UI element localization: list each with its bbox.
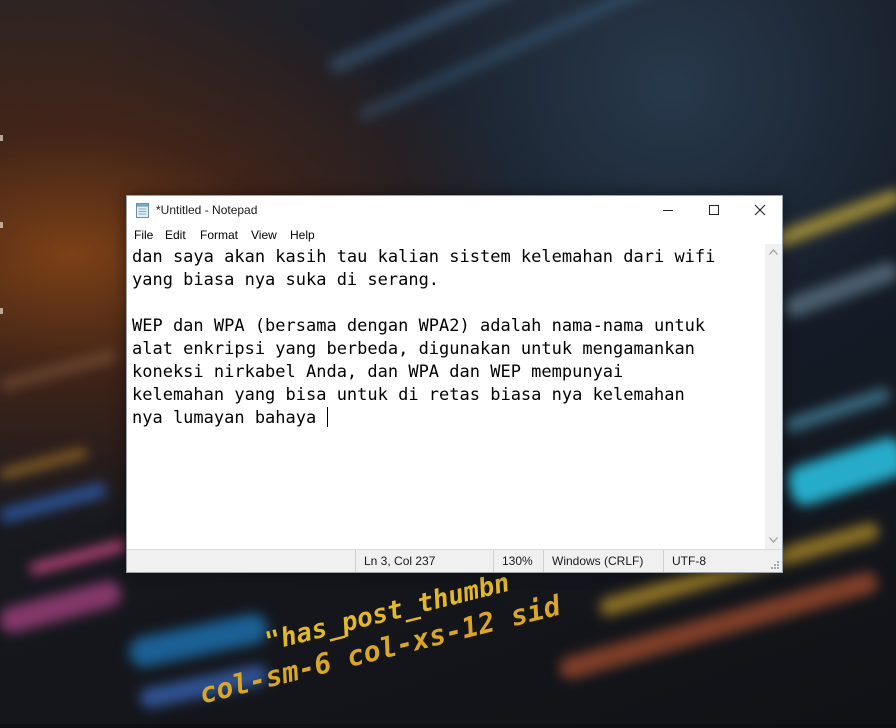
vertical-scrollbar[interactable] (765, 244, 782, 549)
editor-line: yang biasa nya suka di serang. (132, 270, 440, 290)
status-cursor-position: Ln 3, Col 237 (355, 550, 493, 572)
wallpaper-streak (126, 611, 271, 670)
maximize-icon (709, 205, 719, 215)
wallpaper-edge-mark (0, 222, 3, 228)
editor-line: nya lumayan bahaya (132, 408, 327, 428)
chevron-up-icon (769, 249, 778, 255)
wallpaper-streak (0, 446, 89, 480)
scroll-down-button[interactable] (765, 532, 782, 549)
editor-line: koneksi nirkabel Anda, dan WPA dan WEP m… (132, 362, 624, 382)
minimize-button[interactable] (645, 196, 691, 224)
wallpaper-streak (357, 0, 674, 122)
status-line-ending: Windows (CRLF) (543, 550, 663, 572)
text-caret (327, 407, 329, 427)
wallpaper-edge-mark (0, 308, 3, 314)
wallpaper-streak (0, 481, 109, 524)
resize-grip-icon[interactable] (770, 560, 780, 570)
wallpaper-streak (782, 386, 892, 434)
wallpaper-streak (326, 0, 681, 76)
editor-line: alat enkripsi yang berbeda, digunakan un… (132, 339, 695, 359)
wallpaper-edge-mark (0, 135, 3, 141)
window-title: *Untitled - Notepad (156, 203, 258, 217)
maximize-button[interactable] (691, 196, 737, 224)
editor-line-last: nya lumayan bahaya (132, 407, 715, 430)
menu-format[interactable]: Format (200, 228, 238, 242)
title-bar[interactable]: *Untitled - Notepad (127, 196, 782, 224)
wallpaper-streak (28, 539, 128, 575)
menu-file[interactable]: File (134, 228, 153, 242)
wallpaper-streak (0, 578, 125, 636)
menu-help[interactable]: Help (290, 228, 315, 242)
minimize-icon (663, 210, 673, 211)
notepad-icon (136, 203, 149, 218)
status-encoding: UTF-8 (663, 550, 768, 572)
scroll-up-button[interactable] (765, 244, 782, 261)
status-zoom: 130% (493, 550, 543, 572)
editor-line: dan saya akan kasih tau kalian sistem ke… (132, 247, 716, 267)
menu-edit[interactable]: Edit (165, 228, 186, 242)
notepad-window[interactable]: *Untitled - Notepad File Edit Format Vie… (126, 195, 783, 573)
chevron-down-icon (769, 537, 778, 543)
close-button[interactable] (737, 196, 783, 224)
wallpaper-streak (0, 349, 118, 392)
wallpaper-streak (781, 259, 896, 320)
status-bar: Ln 3, Col 237 130% Windows (CRLF) UTF-8 (127, 549, 782, 572)
wallpaper-streak (783, 433, 896, 510)
menu-view[interactable]: View (251, 228, 277, 242)
close-icon (754, 204, 766, 216)
editor-line: WEP dan WPA (bersama dengan WPA2) adalah… (132, 316, 706, 336)
menu-bar: File Edit Format View Help (127, 224, 782, 244)
editor-content[interactable]: dan saya akan kasih tau kalian sistem ke… (132, 246, 715, 430)
taskbar-edge (0, 724, 896, 728)
editor-line: kelemahan yang bisa untuk di retas biasa… (132, 385, 685, 405)
wallpaper-streak (556, 569, 881, 682)
wallpaper-streak (767, 187, 896, 251)
text-editor[interactable]: dan saya akan kasih tau kalian sistem ke… (127, 244, 765, 549)
